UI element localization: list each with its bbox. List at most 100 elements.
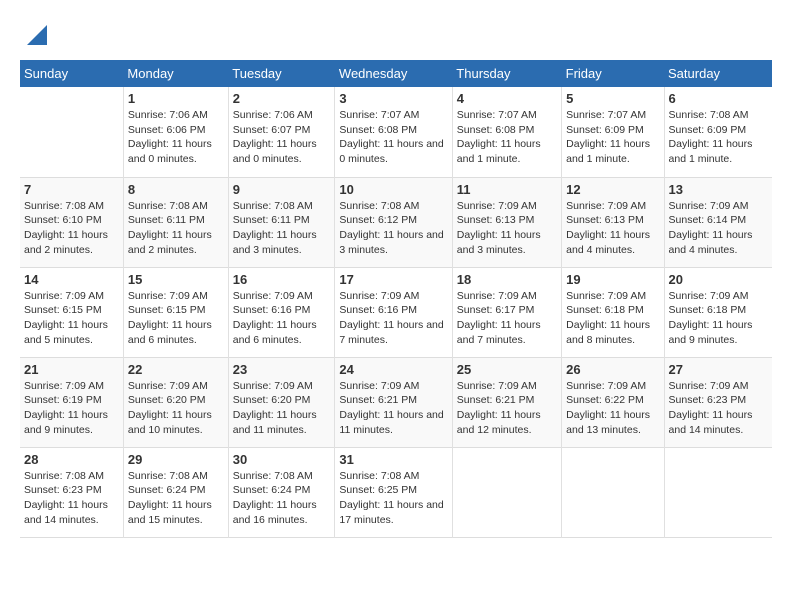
- day-info: Sunrise: 7:08 AMSunset: 6:25 PMDaylight:…: [339, 469, 447, 528]
- day-info: Sunrise: 7:08 AMSunset: 6:11 PMDaylight:…: [233, 199, 331, 258]
- week-row-5: 28 Sunrise: 7:08 AMSunset: 6:23 PMDayligh…: [20, 447, 772, 537]
- calendar-cell: 9Sunrise: 7:08 AMSunset: 6:11 PMDaylight…: [228, 177, 335, 267]
- day-header-friday: Friday: [562, 60, 664, 87]
- day-number: 1: [128, 91, 224, 106]
- day-info: Sunrise: 7:09 AMSunset: 6:19 PMDaylight:…: [24, 379, 119, 438]
- header-row: SundayMondayTuesdayWednesdayThursdayFrid…: [20, 60, 772, 87]
- calendar-cell: 28 Sunrise: 7:08 AMSunset: 6:23 PMDayligh…: [20, 447, 123, 537]
- day-number: 5: [566, 91, 659, 106]
- day-header-wednesday: Wednesday: [335, 60, 452, 87]
- day-info: Sunrise: 7:09 AMSunset: 6:21 PMDaylight:…: [339, 379, 447, 438]
- week-row-2: 7 Sunrise: 7:08 AMSunset: 6:10 PMDaylight…: [20, 177, 772, 267]
- day-info: Sunrise: 7:08 AMSunset: 6:23 PMDaylight:…: [24, 469, 119, 528]
- day-info: Sunrise: 7:09 AMSunset: 6:14 PMDaylight:…: [669, 199, 768, 258]
- calendar-cell: 18Sunrise: 7:09 AMSunset: 6:17 PMDayligh…: [452, 267, 561, 357]
- day-number: 18: [457, 272, 557, 287]
- day-info: Sunrise: 7:09 AMSunset: 6:20 PMDaylight:…: [128, 379, 224, 438]
- day-info: Sunrise: 7:07 AMSunset: 6:08 PMDaylight:…: [339, 108, 447, 167]
- day-info: Sunrise: 7:08 AMSunset: 6:11 PMDaylight:…: [128, 199, 224, 258]
- day-number: 29: [128, 452, 224, 467]
- day-info: Sunrise: 7:08 AMSunset: 6:12 PMDaylight:…: [339, 199, 447, 258]
- day-number: 22: [128, 362, 224, 377]
- day-number: 17: [339, 272, 447, 287]
- day-number: 21: [24, 362, 119, 377]
- calendar-cell: 6 Sunrise: 7:08 AMSunset: 6:09 PMDaylight…: [664, 87, 772, 177]
- calendar-cell: 23 Sunrise: 7:09 AMSunset: 6:20 PMDayligh…: [228, 357, 335, 447]
- day-info: Sunrise: 7:08 AMSunset: 6:24 PMDaylight:…: [233, 469, 331, 528]
- day-header-monday: Monday: [123, 60, 228, 87]
- calendar-cell: 24 Sunrise: 7:09 AMSunset: 6:21 PMDayligh…: [335, 357, 452, 447]
- day-number: 28: [24, 452, 119, 467]
- calendar-cell: 7 Sunrise: 7:08 AMSunset: 6:10 PMDaylight…: [20, 177, 123, 267]
- day-number: 4: [457, 91, 557, 106]
- calendar-cell: 31 Sunrise: 7:08 AMSunset: 6:25 PMDayligh…: [335, 447, 452, 537]
- week-row-3: 14 Sunrise: 7:09 AMSunset: 6:15 PMDayligh…: [20, 267, 772, 357]
- day-info: Sunrise: 7:09 AMSunset: 6:16 PMDaylight:…: [339, 289, 447, 348]
- calendar-cell: 8 Sunrise: 7:08 AMSunset: 6:11 PMDaylight…: [123, 177, 228, 267]
- day-info: Sunrise: 7:08 AMSunset: 6:09 PMDaylight:…: [669, 108, 768, 167]
- day-number: 13: [669, 182, 768, 197]
- calendar-cell: 4 Sunrise: 7:07 AMSunset: 6:08 PMDaylight…: [452, 87, 561, 177]
- day-number: 26: [566, 362, 659, 377]
- calendar-cell: [452, 447, 561, 537]
- day-info: Sunrise: 7:07 AMSunset: 6:08 PMDaylight:…: [457, 108, 557, 167]
- day-number: 3: [339, 91, 447, 106]
- day-number: 31: [339, 452, 447, 467]
- day-number: 10: [339, 182, 447, 197]
- calendar-cell: 10 Sunrise: 7:08 AMSunset: 6:12 PMDayligh…: [335, 177, 452, 267]
- day-number: 25: [457, 362, 557, 377]
- day-info: Sunrise: 7:09 AMSunset: 6:22 PMDaylight:…: [566, 379, 659, 438]
- calendar-cell: 21 Sunrise: 7:09 AMSunset: 6:19 PMDayligh…: [20, 357, 123, 447]
- page-header: [20, 20, 772, 50]
- day-info: Sunrise: 7:09 AMSunset: 6:23 PMDaylight:…: [669, 379, 768, 438]
- calendar-cell: 19 Sunrise: 7:09 AMSunset: 6:18 PMDayligh…: [562, 267, 664, 357]
- calendar-cell: 3 Sunrise: 7:07 AMSunset: 6:08 PMDaylight…: [335, 87, 452, 177]
- day-number: 24: [339, 362, 447, 377]
- day-info: Sunrise: 7:08 AMSunset: 6:24 PMDaylight:…: [128, 469, 224, 528]
- day-info: Sunrise: 7:09 AMSunset: 6:18 PMDaylight:…: [566, 289, 659, 348]
- calendar-cell: 11Sunrise: 7:09 AMSunset: 6:13 PMDayligh…: [452, 177, 561, 267]
- calendar-cell: 5 Sunrise: 7:07 AMSunset: 6:09 PMDaylight…: [562, 87, 664, 177]
- day-header-tuesday: Tuesday: [228, 60, 335, 87]
- day-info: Sunrise: 7:06 AMSunset: 6:07 PMDaylight:…: [233, 108, 331, 167]
- week-row-1: 1 Sunrise: 7:06 AMSunset: 6:06 PMDaylight…: [20, 87, 772, 177]
- day-info: Sunrise: 7:08 AMSunset: 6:10 PMDaylight:…: [24, 199, 119, 258]
- logo: [20, 20, 52, 50]
- day-info: Sunrise: 7:07 AMSunset: 6:09 PMDaylight:…: [566, 108, 659, 167]
- day-number: 23: [233, 362, 331, 377]
- calendar-cell: [562, 447, 664, 537]
- calendar-cell: 20 Sunrise: 7:09 AMSunset: 6:18 PMDayligh…: [664, 267, 772, 357]
- calendar-table: SundayMondayTuesdayWednesdayThursdayFrid…: [20, 60, 772, 538]
- day-number: 14: [24, 272, 119, 287]
- day-header-sunday: Sunday: [20, 60, 123, 87]
- day-number: 19: [566, 272, 659, 287]
- day-number: 30: [233, 452, 331, 467]
- day-info: Sunrise: 7:06 AMSunset: 6:06 PMDaylight:…: [128, 108, 224, 167]
- day-number: 2: [233, 91, 331, 106]
- logo-icon: [22, 20, 52, 50]
- day-number: 7: [24, 182, 119, 197]
- day-number: 6: [669, 91, 768, 106]
- day-header-thursday: Thursday: [452, 60, 561, 87]
- calendar-cell: 30 Sunrise: 7:08 AMSunset: 6:24 PMDayligh…: [228, 447, 335, 537]
- day-number: 27: [669, 362, 768, 377]
- day-number: 12: [566, 182, 659, 197]
- day-info: Sunrise: 7:09 AMSunset: 6:15 PMDaylight:…: [128, 289, 224, 348]
- calendar-cell: 15Sunrise: 7:09 AMSunset: 6:15 PMDayligh…: [123, 267, 228, 357]
- day-number: 16: [233, 272, 331, 287]
- calendar-cell: 13 Sunrise: 7:09 AMSunset: 6:14 PMDayligh…: [664, 177, 772, 267]
- calendar-cell: 26 Sunrise: 7:09 AMSunset: 6:22 PMDayligh…: [562, 357, 664, 447]
- day-info: Sunrise: 7:09 AMSunset: 6:21 PMDaylight:…: [457, 379, 557, 438]
- calendar-cell: 29 Sunrise: 7:08 AMSunset: 6:24 PMDayligh…: [123, 447, 228, 537]
- calendar-cell: [20, 87, 123, 177]
- calendar-cell: 16Sunrise: 7:09 AMSunset: 6:16 PMDayligh…: [228, 267, 335, 357]
- week-row-4: 21 Sunrise: 7:09 AMSunset: 6:19 PMDayligh…: [20, 357, 772, 447]
- calendar-cell: 14Sunrise: 7:09 AMSunset: 6:15 PMDayligh…: [20, 267, 123, 357]
- day-header-saturday: Saturday: [664, 60, 772, 87]
- day-number: 20: [669, 272, 768, 287]
- day-info: Sunrise: 7:09 AMSunset: 6:20 PMDaylight:…: [233, 379, 331, 438]
- day-number: 8: [128, 182, 224, 197]
- day-number: 11: [457, 182, 557, 197]
- day-info: Sunrise: 7:09 AMSunset: 6:18 PMDaylight:…: [669, 289, 768, 348]
- calendar-cell: 12Sunrise: 7:09 AMSunset: 6:13 PMDayligh…: [562, 177, 664, 267]
